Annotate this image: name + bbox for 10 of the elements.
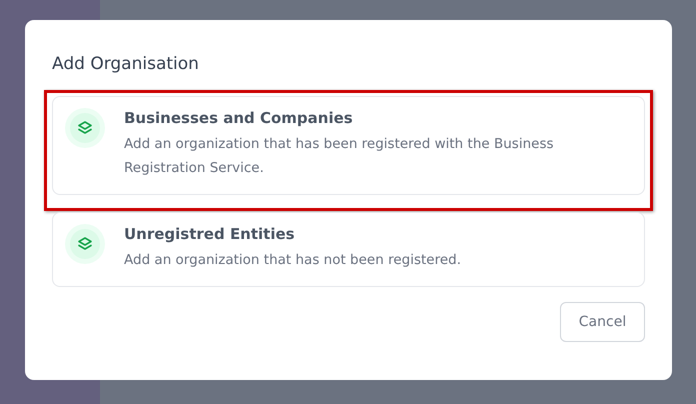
option-card[interactable]: Unregistred Entities Add an organization that has not been registered. <box>52 212 645 287</box>
option-card[interactable]: Businesses and Companies Add an organization that has been registered with the Business Registration Service. <box>52 96 645 195</box>
layers-icon <box>65 108 105 148</box>
option-description: Add an organization that has not been registered. <box>124 251 461 270</box>
option-description: Add an organization that has been registered with the Business Registration Service. <box>124 135 555 178</box>
option-title: Businesses and Companies <box>124 108 354 128</box>
dialog-title: Add Organisation <box>52 54 200 74</box>
cancel-button[interactable]: Cancel <box>560 302 645 342</box>
option-title: Unregistred Entities <box>124 224 296 244</box>
layers-icon <box>65 224 105 264</box>
